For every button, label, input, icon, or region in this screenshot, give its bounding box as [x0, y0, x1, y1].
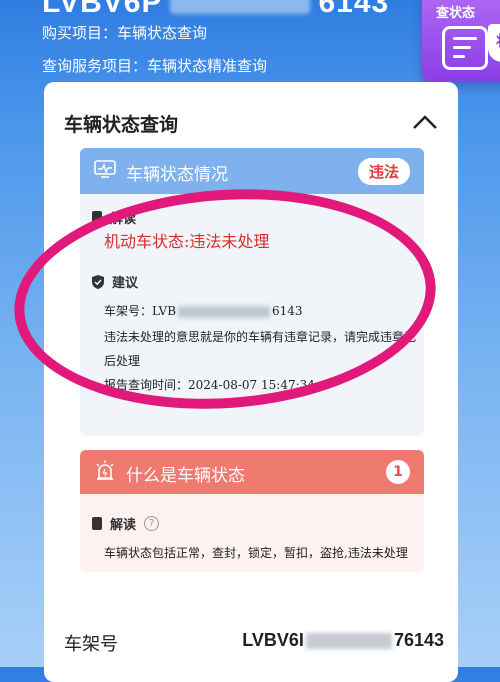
plate-prefix: LVBV6P — [42, 0, 163, 19]
count-badge: 1 — [386, 460, 410, 484]
card-title: 车辆状态查询 — [64, 114, 179, 136]
badge-label: 查状态 — [436, 6, 476, 21]
vin-value: LVBV6I 76143 — [242, 630, 444, 651]
vin-value-mask — [305, 632, 392, 649]
info-interpret-text: 解读 — [110, 518, 137, 533]
status-panel-header: 车辆状态情况 违法 — [80, 148, 424, 194]
purchase-line: 购买项目：车辆状态查询 — [42, 24, 208, 42]
help-icon[interactable]: ? — [144, 516, 160, 531]
document-icon — [442, 26, 488, 70]
status-query-badge[interactable]: 查状态 状 — [422, 0, 500, 82]
info-panel-header[interactable]: 什么是车辆状态 1 — [80, 450, 424, 494]
status-panel-title: 车辆状态情况 — [126, 165, 228, 185]
info-interpret-label: 解读 ? — [92, 514, 160, 533]
plate-mask — [170, 0, 311, 14]
info-text: 车辆状态包括正常，查封，锁定，暂扣，盗抢,违法未处理 — [104, 546, 408, 560]
alarm-light-icon — [96, 460, 114, 480]
service-line: 查询服务项目：车辆状态精准查询 — [42, 57, 268, 75]
status-badge: 违法 — [357, 158, 410, 185]
info-panel-title: 什么是车辆状态 — [126, 466, 245, 486]
monitor-icon — [94, 160, 116, 178]
info-panel: 什么是车辆状态 1 解读 ? 车辆状态包括正常，查封，锁定，暂扣，盗抢,违法未处… — [80, 450, 424, 572]
book-icon — [92, 517, 102, 530]
plate-number: LVBV6P 6143 — [42, 0, 389, 20]
vin-value-prefix: LVBV6I — [242, 630, 304, 650]
chevron-up-icon[interactable] — [412, 112, 438, 132]
vin-value-suffix: 76143 — [393, 630, 444, 650]
shield-icon: 状 — [488, 24, 500, 62]
plate-suffix: 6143 — [318, 0, 390, 19]
vin-label: 车架号 — [64, 634, 118, 655]
vin-row: 车架号 LVBV6I 76143 — [64, 630, 444, 655]
